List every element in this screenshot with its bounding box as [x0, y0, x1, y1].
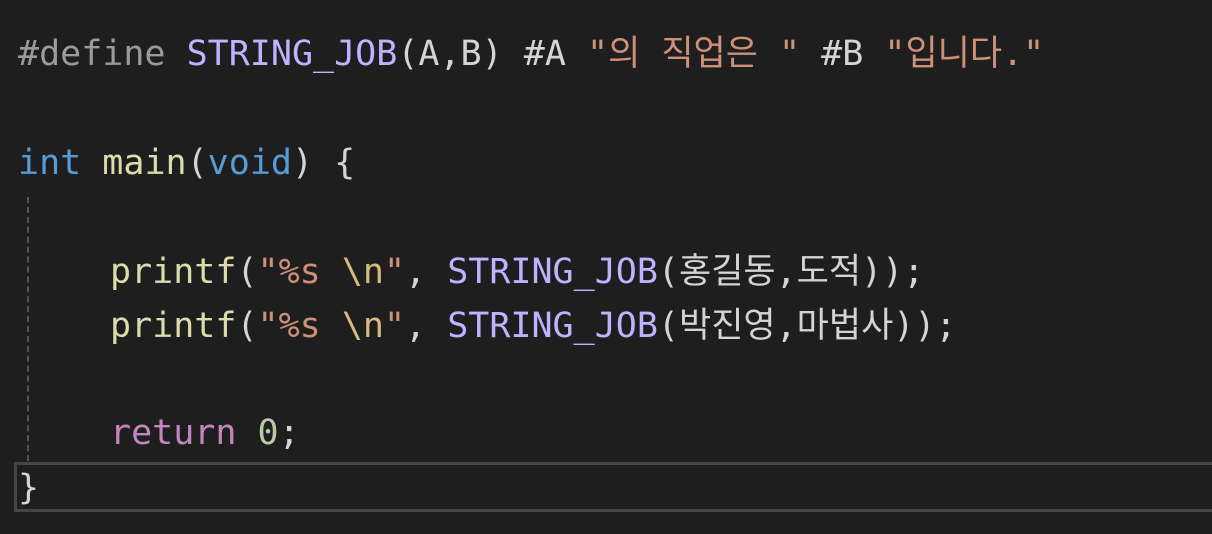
number-literal: 0 [257, 413, 279, 453]
function-call: printf [110, 306, 237, 346]
close-brace: } [18, 468, 40, 508]
code-line-printf-1[interactable]: printf("%s \n", STRING_JOB(홍길동,도적)); [18, 245, 924, 299]
string-literal: "의 직업은 " [587, 34, 801, 74]
semicolon: ; [278, 413, 300, 453]
macro-name: STRING_JOB [186, 34, 398, 74]
macro-call: STRING_JOB [447, 306, 658, 346]
paren: ) [861, 252, 883, 292]
macro-params: A,B [418, 34, 482, 74]
format-string-end: " [383, 306, 406, 346]
paren: ( [657, 306, 679, 346]
format-string: "%s [257, 252, 342, 292]
macro-args: 박진영,마법사 [679, 306, 894, 346]
open-brace: { [334, 143, 356, 183]
format-string: "%s [257, 306, 342, 346]
macro-call: STRING_JOB [447, 252, 658, 292]
code-editor[interactable]: #define STRING_JOB(A,B) #A "의 직업은 " #B "… [0, 0, 1212, 534]
comma: , [405, 252, 448, 292]
return-keyword: return [110, 413, 237, 453]
paren: ( [236, 252, 258, 292]
escape-sequence: \n [341, 306, 384, 346]
code-line-close-brace[interactable]: } [18, 461, 39, 515]
string-literal: "입니다." [884, 34, 1045, 74]
statement-end: ); [882, 252, 925, 292]
paren: ( [236, 306, 258, 346]
function-call: printf [110, 252, 237, 292]
code-line-main[interactable]: int main(void) { [18, 136, 355, 190]
format-string-end: " [383, 252, 406, 292]
paren: ) [893, 306, 915, 346]
paren: ) [481, 34, 503, 74]
paren: ( [186, 143, 208, 183]
stringize-b: #B [821, 34, 864, 74]
define-directive: #define [18, 34, 166, 74]
stringize-a: #A [523, 34, 566, 74]
paren: ( [397, 34, 419, 74]
paren: ) [291, 143, 314, 183]
code-line-return[interactable]: return 0; [18, 406, 300, 460]
type-keyword: int [18, 143, 82, 183]
statement-end: ); [914, 306, 957, 346]
comma: , [405, 306, 448, 346]
current-line-highlight [14, 462, 1212, 512]
escape-sequence: \n [341, 252, 384, 292]
function-name: main [102, 143, 187, 183]
paren: ( [657, 252, 679, 292]
param-keyword: void [207, 143, 292, 183]
code-line-define[interactable]: #define STRING_JOB(A,B) #A "의 직업은 " #B "… [18, 27, 1044, 81]
code-line-printf-2[interactable]: printf("%s \n", STRING_JOB(박진영,마법사)); [18, 299, 957, 353]
macro-args: 홍길동,도적 [679, 252, 862, 292]
